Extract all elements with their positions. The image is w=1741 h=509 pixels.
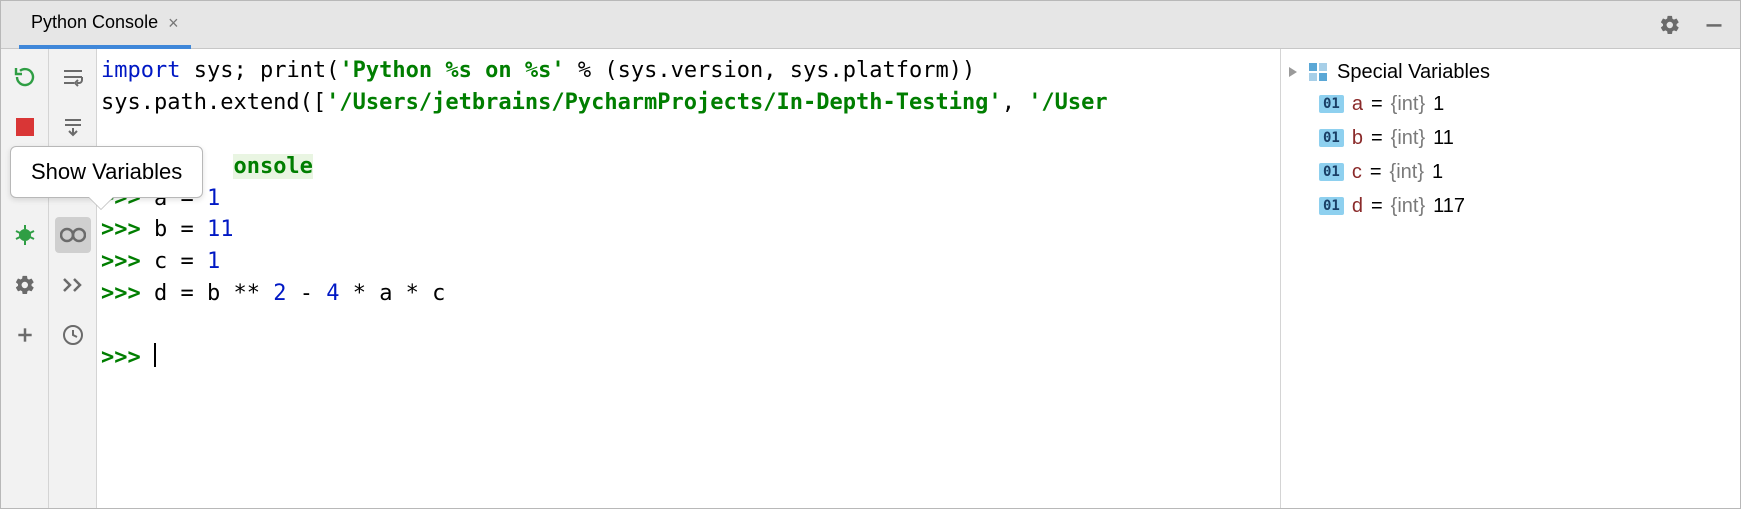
body: import sys; print('Python %s on %s' % (s…	[1, 49, 1740, 508]
variable-name: d	[1352, 195, 1363, 218]
debug-icon[interactable]	[7, 217, 43, 253]
gear-icon[interactable]	[1652, 7, 1688, 43]
cursor	[154, 343, 156, 367]
number: 1	[207, 249, 220, 274]
tab-title: Python Console	[31, 12, 158, 33]
equals: =	[1370, 161, 1382, 184]
code-text: % (sys.version, sys.platform))	[565, 58, 976, 83]
scroll-to-end-icon[interactable]	[55, 109, 91, 145]
code-text: b =	[154, 217, 207, 242]
kw-import: import	[101, 58, 180, 83]
variable-value: 117	[1433, 195, 1465, 218]
variable-row[interactable]: 01 b = {int} 11	[1287, 121, 1734, 155]
history-icon[interactable]	[55, 317, 91, 353]
equals: =	[1371, 127, 1383, 150]
number: 4	[326, 281, 339, 306]
number: 2	[273, 281, 286, 306]
python-console-window: Python Console ×	[0, 0, 1741, 509]
titlebar-right	[1652, 1, 1732, 49]
code-text: d = b **	[154, 281, 273, 306]
string-literal: 'Python %s on %s'	[339, 58, 564, 83]
string-literal: '/Users/jetbrains/PycharmProjects/In-Dep…	[326, 90, 1002, 115]
prompt: >>>	[101, 217, 154, 242]
code-text: sys; print(	[180, 58, 339, 83]
variable-value: 1	[1433, 93, 1444, 116]
command-queue-icon[interactable]	[55, 267, 91, 303]
variable-type: {int}	[1391, 93, 1425, 116]
show-variables-icon[interactable]	[55, 217, 91, 253]
variable-row[interactable]: 01 c = {int} 1	[1287, 155, 1734, 189]
prompt: >>>	[101, 345, 154, 370]
special-variables-label: Special Variables	[1337, 61, 1490, 84]
variable-name: c	[1352, 161, 1362, 184]
expand-arrow-icon[interactable]	[1287, 66, 1299, 78]
stop-icon[interactable]	[7, 109, 43, 145]
tab-python-console[interactable]: Python Console ×	[19, 1, 191, 49]
hide-icon[interactable]	[1696, 7, 1732, 43]
code-text: ,	[1002, 90, 1029, 115]
number: 11	[207, 217, 234, 242]
close-icon[interactable]: ×	[168, 14, 179, 32]
variable-type: {int}	[1390, 161, 1424, 184]
int-badge-icon: 01	[1319, 95, 1344, 113]
code-text: -	[286, 281, 326, 306]
variable-value: 11	[1433, 127, 1454, 150]
equals: =	[1371, 195, 1383, 218]
int-badge-icon: 01	[1319, 129, 1344, 147]
variable-type: {int}	[1391, 127, 1425, 150]
toolbar-left-1	[1, 49, 49, 508]
variable-row[interactable]: 01 d = {int} 117	[1287, 189, 1734, 223]
variable-type: {int}	[1391, 195, 1425, 218]
toolbar-left-2	[49, 49, 97, 508]
string-literal: '/User	[1028, 90, 1107, 115]
tab-bar: Python Console ×	[1, 1, 1740, 49]
variables-panel: Special Variables 01 a = {int} 1 01 b = …	[1280, 49, 1740, 508]
equals: =	[1371, 93, 1383, 116]
grid-icon	[1309, 63, 1327, 81]
int-badge-icon: 01	[1319, 163, 1344, 181]
settings-icon[interactable]	[7, 267, 43, 303]
number: 1	[207, 186, 220, 211]
int-badge-icon: 01	[1319, 197, 1344, 215]
special-variables-row[interactable]: Special Variables	[1287, 57, 1734, 87]
new-console-icon[interactable]	[7, 317, 43, 353]
variable-row[interactable]: 01 a = {int} 1	[1287, 87, 1734, 121]
tooltip-show-variables: Show Variables	[10, 146, 203, 198]
code-text: c =	[154, 249, 207, 274]
variable-name: b	[1352, 127, 1363, 150]
console-output[interactable]: import sys; print('Python %s on %s' % (s…	[97, 49, 1280, 508]
code-text: * a * c	[339, 281, 445, 306]
prompt: >>>	[101, 249, 154, 274]
console-fragment: onsole	[233, 154, 312, 179]
variable-value: 1	[1432, 161, 1443, 184]
code-text: sys.path.extend([	[101, 90, 326, 115]
variable-name: a	[1352, 93, 1363, 116]
rerun-icon[interactable]	[7, 59, 43, 95]
prompt: >>>	[101, 281, 154, 306]
soft-wrap-icon[interactable]	[55, 59, 91, 95]
